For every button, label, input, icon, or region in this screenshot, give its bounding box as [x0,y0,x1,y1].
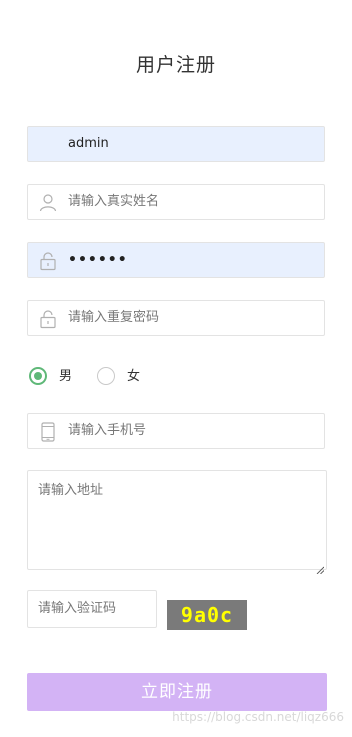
realname-placeholder: 请输入真实姓名 [68,194,160,209]
radio-unchecked-icon [97,367,115,385]
address-placeholder: 请输入地址 [38,483,104,498]
radio-checked-icon [29,367,47,385]
register-button[interactable]: 立即注册 [27,673,327,711]
password-field[interactable]: •••••• [27,242,325,278]
realname-field[interactable]: 请输入真实姓名 [27,184,325,220]
repeat-password-placeholder: 请输入重复密码 [68,310,160,325]
captcha-placeholder: 请输入验证码 [38,601,117,616]
page-title: 用户注册 [135,54,216,76]
gender-label-male: 男 [59,369,73,384]
captcha-image[interactable]: 9a0c [167,600,247,630]
cellphone-icon [38,422,58,442]
watermark-text: https://blog.csdn.net/liqz666 [172,710,344,724]
password-value: •••••• [68,252,128,268]
lock-icon [38,309,58,329]
user-icon [38,193,58,213]
phone-field[interactable]: 请输入手机号 [27,413,325,449]
gender-label-female: 女 [127,369,141,384]
username-field[interactable]: admin [27,126,325,162]
resize-handle-icon[interactable] [316,559,325,575]
repeat-password-field[interactable]: 请输入重复密码 [27,300,325,336]
lock-icon [38,251,58,271]
username-value: admin [68,136,109,151]
phone-placeholder: 请输入手机号 [68,423,147,438]
address-textarea[interactable]: 请输入地址 [27,470,327,575]
gender-radio-group: 男 女 [27,367,327,389]
captcha-input[interactable]: 请输入验证码 [27,590,157,628]
